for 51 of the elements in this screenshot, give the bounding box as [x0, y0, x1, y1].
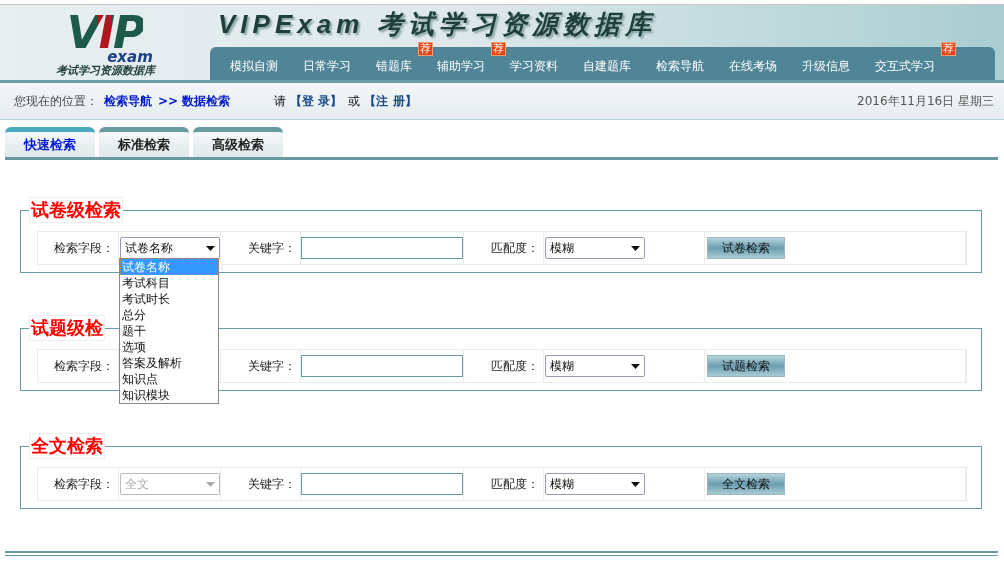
nav-link[interactable]: 模拟自测 — [218, 58, 291, 76]
nav-link[interactable]: 学习资料 — [498, 58, 571, 76]
search-tab[interactable]: 高级检索 — [193, 127, 283, 157]
keyword-field[interactable] — [301, 473, 463, 495]
login-link[interactable]: 【登 录】 — [290, 92, 343, 110]
match-select[interactable]: 模糊 — [545, 473, 645, 495]
caret-icon — [631, 363, 640, 369]
recommend-badge: 荐 — [941, 42, 956, 57]
keyword-label: 关键字： — [248, 475, 296, 493]
keyword-label: 关键字： — [248, 357, 296, 375]
search-button[interactable]: 试题检索 — [707, 355, 785, 377]
login-prompt: 请 — [274, 92, 287, 110]
keyword-field[interactable] — [301, 355, 463, 377]
nav-link[interactable]: 检索导航 — [644, 58, 717, 76]
match-select[interactable]: 模糊 — [545, 237, 645, 259]
panel-title: 试题级检 — [29, 315, 105, 341]
search-tab[interactable]: 快速检索 — [5, 127, 95, 157]
field-select[interactable]: 试卷名称 — [120, 237, 220, 259]
nav-link[interactable]: 升级信息 — [790, 58, 863, 76]
recommend-badge: 荐 — [418, 42, 433, 57]
match-label: 匹配度： — [491, 357, 539, 375]
nav-link[interactable]: 在线考场 — [717, 58, 790, 76]
match-label: 匹配度： — [491, 239, 539, 257]
caret-icon — [206, 245, 215, 251]
search-button[interactable]: 试卷检索 — [707, 237, 785, 259]
search-button[interactable]: 全文检索 — [707, 473, 785, 495]
breadcrumb-link[interactable]: 检索导航 — [104, 92, 152, 110]
location-label: 您现在的位置： — [14, 92, 98, 110]
search-tab[interactable]: 标准检索 — [99, 127, 189, 157]
panel-title: 试卷级检索 — [29, 197, 123, 223]
nav-link[interactable]: 自建题库 — [571, 58, 644, 76]
keyword-field[interactable] — [301, 237, 463, 259]
match-select[interactable]: 模糊 — [545, 355, 645, 377]
logo-subtitle: exam — [107, 51, 153, 64]
recommend-badge: 荐 — [491, 42, 506, 57]
nav-link[interactable]: 日常学习 — [291, 58, 364, 76]
keyword-label: 关键字： — [248, 239, 296, 257]
date-text: 2016年11月16日 星期三 — [857, 92, 994, 110]
match-label: 匹配度： — [491, 475, 539, 493]
caret-icon — [206, 481, 215, 487]
or-text: 或 — [348, 92, 361, 110]
panel-title: 全文检索 — [29, 433, 105, 459]
field-label: 检索字段： — [54, 357, 114, 375]
register-link[interactable]: 【注 册】 — [364, 92, 417, 110]
logo-caption: 考试学习资源数据库 — [55, 64, 155, 77]
caret-icon — [631, 245, 640, 251]
caret-icon — [631, 481, 640, 487]
field-label: 检索字段： — [54, 239, 114, 257]
site-title: VIPExam 考试学习资源数据库 — [217, 8, 657, 42]
breadcrumb-link[interactable]: >> 数据检索 — [158, 92, 231, 110]
field-label: 检索字段： — [54, 475, 114, 493]
